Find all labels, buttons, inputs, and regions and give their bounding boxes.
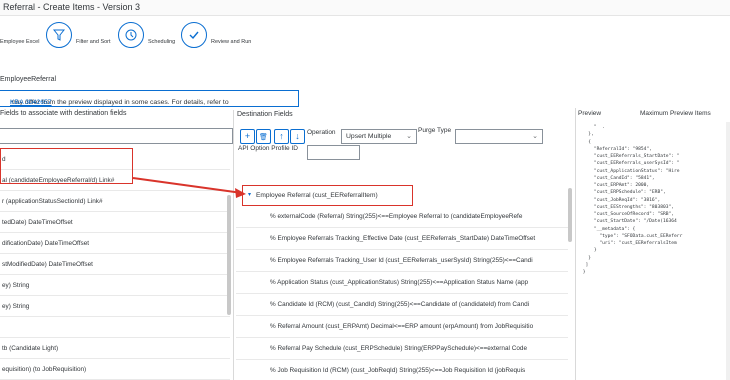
tab-max-preview-items[interactable]: Maximum Preview Items [640, 110, 711, 117]
panel-divider [575, 108, 576, 380]
preview-json-code: " . }, { "ReferralId": "9854", "cust_EER… [580, 124, 730, 380]
tab-preview[interactable]: Preview [578, 110, 601, 117]
preview-tab-bar: Preview Maximum Preview Items [576, 108, 730, 122]
preview-code-text: " . }, { "ReferralId": "9854", "cust_EER… [582, 125, 683, 275]
preview-scrollbar[interactable] [726, 122, 730, 380]
